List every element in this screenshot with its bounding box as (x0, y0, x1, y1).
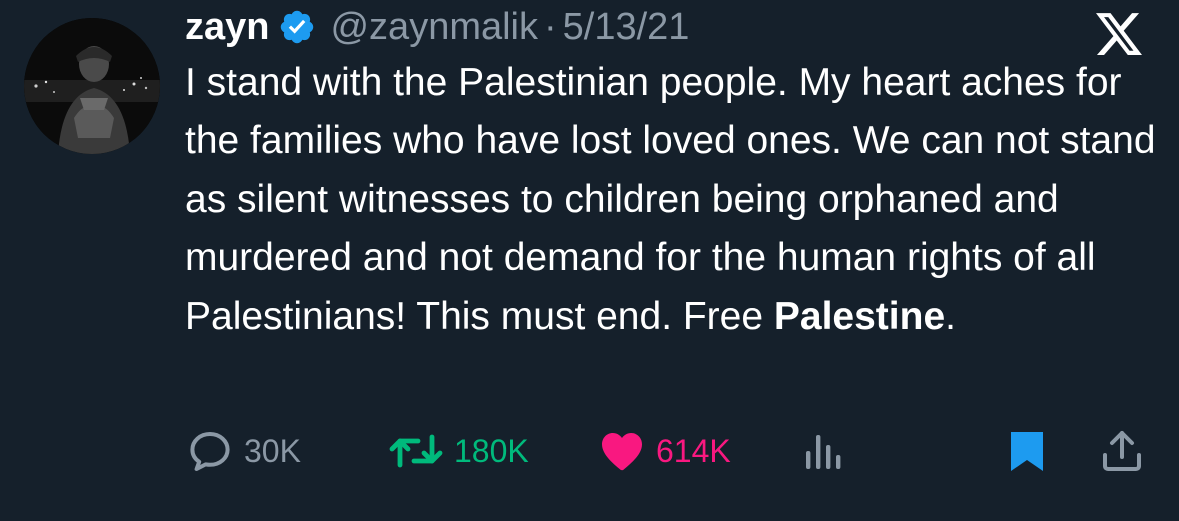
heart-icon (602, 433, 642, 471)
user-handle[interactable]: @zaynmalik (330, 6, 538, 49)
tweet-text-end: . (945, 294, 956, 338)
reply-button[interactable]: 30K (186, 420, 301, 482)
avatar[interactable] (24, 18, 160, 154)
tweet-card: zayn @zaynmalik · 5/13/21 I stand with t… (0, 0, 1179, 521)
share-button[interactable] (1098, 420, 1146, 482)
like-count: 614K (656, 432, 731, 469)
retweet-icon (389, 434, 443, 468)
hashtag-palestine[interactable]: Palestine (774, 295, 945, 338)
separator-dot: · (544, 5, 557, 48)
bookmark-icon (1011, 432, 1043, 471)
retweet-count: 180K (454, 432, 529, 469)
action-bar: 30K 180K 614K (0, 420, 1179, 482)
share-icon (1103, 431, 1141, 471)
views-button[interactable] (798, 420, 846, 482)
bookmark-button[interactable] (1004, 420, 1050, 482)
verified-badge-icon (281, 10, 314, 44)
views-icon (806, 435, 841, 469)
like-button[interactable]: 614K (598, 420, 731, 482)
tweet-text-main: I stand with the Palestinian people. My … (185, 61, 1156, 338)
tweet-date[interactable]: 5/13/21 (563, 6, 690, 49)
retweet-button[interactable]: 180K (388, 420, 529, 482)
tweet-text: I stand with the Palestinian people. My … (185, 54, 1160, 346)
x-logo-icon (1096, 13, 1142, 55)
reply-icon (190, 432, 230, 471)
display-name[interactable]: zayn (185, 6, 269, 49)
reply-count: 30K (244, 432, 301, 469)
avatar-photo (24, 18, 160, 154)
tweet-header: zayn @zaynmalik · 5/13/21 (185, 2, 689, 52)
